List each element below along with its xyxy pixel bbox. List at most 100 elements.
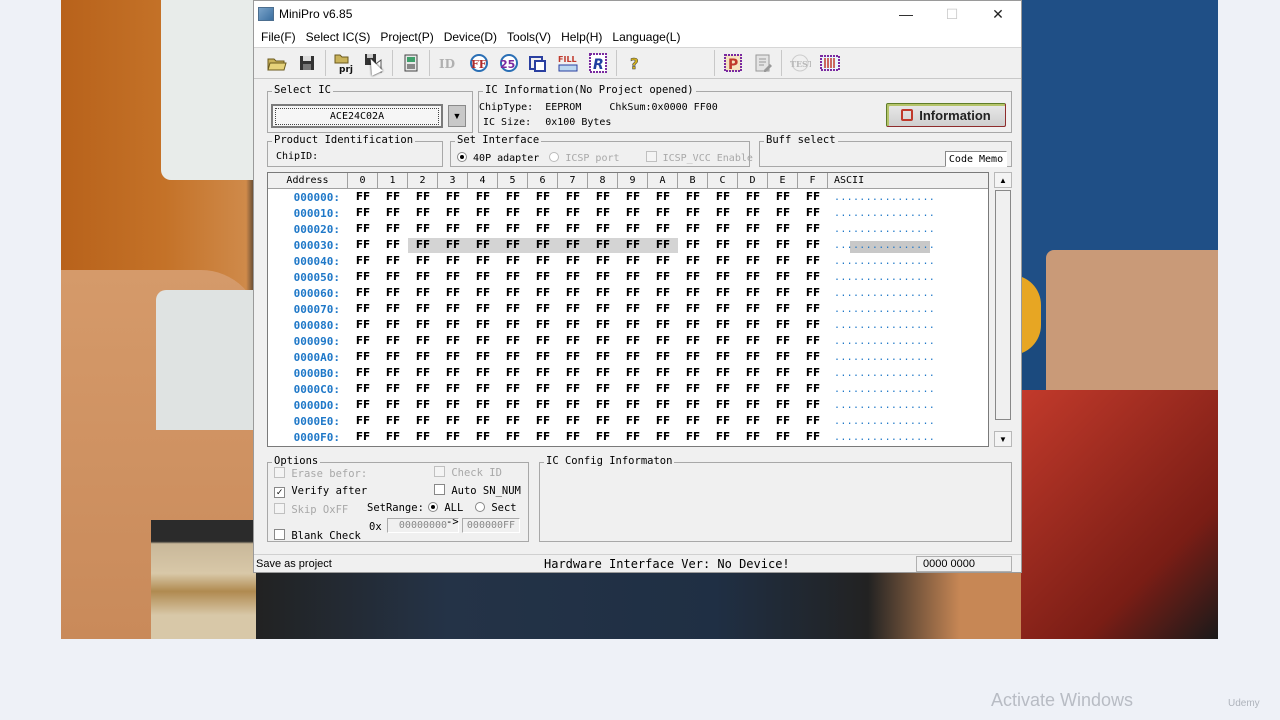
hex-cell[interactable]: FF bbox=[648, 414, 678, 429]
ascii-cell[interactable]: ................ bbox=[828, 224, 978, 235]
hex-cell[interactable]: FF bbox=[348, 414, 378, 429]
hex-cell[interactable]: FF bbox=[468, 414, 498, 429]
hex-cell[interactable]: FF bbox=[678, 366, 708, 381]
hex-cell[interactable]: FF bbox=[348, 350, 378, 365]
hex-cell[interactable]: FF bbox=[408, 254, 438, 269]
hex-cell[interactable]: FF bbox=[768, 238, 798, 253]
hex-cell[interactable]: FF bbox=[378, 414, 408, 429]
hex-cell[interactable]: FF bbox=[648, 222, 678, 237]
hex-cell[interactable]: FF bbox=[768, 334, 798, 349]
hex-cell[interactable]: FF bbox=[348, 286, 378, 301]
menu-help[interactable]: Help(H) bbox=[556, 30, 607, 44]
hex-cell[interactable]: FF bbox=[618, 302, 648, 317]
read-chip-button[interactable]: R bbox=[583, 49, 613, 77]
hex-cell[interactable]: FF bbox=[558, 334, 588, 349]
hex-cell[interactable]: FF bbox=[588, 270, 618, 285]
menu-device[interactable]: Device(D) bbox=[439, 30, 502, 44]
hex-cell[interactable]: FF bbox=[528, 190, 558, 205]
hex-cell[interactable]: FF bbox=[438, 286, 468, 301]
hex-cell[interactable]: FF bbox=[348, 302, 378, 317]
hex-cell[interactable]: FF bbox=[378, 190, 408, 205]
hex-cell[interactable]: FF bbox=[708, 286, 738, 301]
blank-check-button[interactable] bbox=[523, 49, 553, 77]
hex-cell[interactable]: FF bbox=[678, 206, 708, 221]
hex-cell[interactable]: FF bbox=[498, 334, 528, 349]
hex-cell[interactable]: FF bbox=[708, 222, 738, 237]
40p-adapter-radio[interactable]: 40P adapter bbox=[457, 152, 539, 164]
hex-cell[interactable]: FF bbox=[498, 286, 528, 301]
hex-cell[interactable]: FF bbox=[558, 286, 588, 301]
hex-cell[interactable]: FF bbox=[498, 318, 528, 333]
hex-cell[interactable]: FF bbox=[378, 430, 408, 445]
menu-tools[interactable]: Tools(V) bbox=[502, 30, 556, 44]
ic-dropdown-button[interactable]: ▼ bbox=[448, 105, 466, 127]
hex-cell[interactable]: FF bbox=[618, 414, 648, 429]
ascii-cell[interactable]: ................ bbox=[828, 352, 978, 363]
hex-cell[interactable]: FF bbox=[798, 270, 828, 285]
hex-cell[interactable]: FF bbox=[768, 222, 798, 237]
hex-cell[interactable]: FF bbox=[738, 350, 768, 365]
icsp-port-radio[interactable]: ICSP port bbox=[549, 152, 620, 164]
hex-cell[interactable]: FF bbox=[498, 254, 528, 269]
hex-cell[interactable]: FF bbox=[618, 286, 648, 301]
hex-cell[interactable]: FF bbox=[618, 206, 648, 221]
hex-cell[interactable]: FF bbox=[408, 190, 438, 205]
hex-cell[interactable]: FF bbox=[408, 382, 438, 397]
hex-cell[interactable]: FF bbox=[678, 414, 708, 429]
ascii-cell[interactable]: ................ bbox=[828, 192, 978, 203]
hex-cell[interactable]: FF bbox=[498, 350, 528, 365]
hex-cell[interactable]: FF bbox=[588, 398, 618, 413]
help-button[interactable]: ? bbox=[620, 49, 650, 77]
check-id-checkbox[interactable]: Check ID bbox=[434, 466, 502, 479]
read-id-button[interactable]: ID bbox=[433, 49, 463, 77]
hex-cell[interactable]: FF bbox=[348, 238, 378, 253]
hex-cell[interactable]: FF bbox=[708, 366, 738, 381]
verify-button[interactable]: 25 bbox=[493, 49, 523, 77]
hex-cell[interactable]: FF bbox=[768, 366, 798, 381]
ascii-cell[interactable]: ................ bbox=[828, 400, 978, 411]
hex-cell[interactable]: FF bbox=[498, 237, 528, 253]
hex-cell[interactable]: FF bbox=[768, 286, 798, 301]
hex-cell[interactable]: FF bbox=[678, 318, 708, 333]
ascii-cell[interactable]: ................ bbox=[828, 336, 978, 347]
hex-cell[interactable]: FF bbox=[798, 382, 828, 397]
save-file-button[interactable] bbox=[292, 49, 322, 77]
hex-cell[interactable]: FF bbox=[618, 334, 648, 349]
hex-cell[interactable]: FF bbox=[348, 382, 378, 397]
menu-file[interactable]: File(F) bbox=[256, 30, 301, 44]
hex-cell[interactable]: FF bbox=[738, 414, 768, 429]
hex-cell[interactable]: FF bbox=[708, 350, 738, 365]
hex-cell[interactable]: FF bbox=[618, 350, 648, 365]
hex-cell[interactable]: FF bbox=[678, 222, 708, 237]
hex-cell[interactable]: FF bbox=[408, 350, 438, 365]
hex-cell[interactable]: FF bbox=[738, 398, 768, 413]
hex-cell[interactable]: FF bbox=[468, 382, 498, 397]
ascii-cell[interactable]: ................ bbox=[828, 368, 978, 379]
ascii-cell[interactable]: ................ bbox=[828, 208, 978, 219]
hex-cell[interactable]: FF bbox=[708, 334, 738, 349]
hex-cell[interactable]: FF bbox=[558, 222, 588, 237]
range-all-radio[interactable]: ALL bbox=[428, 502, 463, 514]
hex-cell[interactable]: FF bbox=[618, 237, 648, 253]
hex-cell[interactable]: FF bbox=[738, 302, 768, 317]
hex-cell[interactable]: FF bbox=[528, 398, 558, 413]
hex-cell[interactable]: FF bbox=[528, 237, 558, 253]
hex-cell[interactable]: FF bbox=[648, 302, 678, 317]
ascii-cell[interactable]: ................ bbox=[828, 288, 978, 299]
hex-cell[interactable]: FF bbox=[528, 302, 558, 317]
hex-cell[interactable]: FF bbox=[708, 270, 738, 285]
hex-cell[interactable]: FF bbox=[738, 318, 768, 333]
hex-cell[interactable]: FF bbox=[708, 238, 738, 253]
hex-cell[interactable]: FF bbox=[588, 366, 618, 381]
ascii-cell[interactable]: ................ bbox=[828, 320, 978, 331]
hex-cell[interactable]: FF bbox=[558, 382, 588, 397]
hex-cell[interactable]: FF bbox=[708, 398, 738, 413]
hex-cell[interactable]: FF bbox=[528, 382, 558, 397]
hex-cell[interactable]: FF bbox=[438, 414, 468, 429]
hex-cell[interactable]: FF bbox=[408, 334, 438, 349]
hex-cell[interactable]: FF bbox=[738, 238, 768, 253]
hex-cell[interactable]: FF bbox=[558, 398, 588, 413]
hex-cell[interactable]: FF bbox=[588, 222, 618, 237]
hex-cell[interactable]: FF bbox=[408, 398, 438, 413]
hex-cell[interactable]: FF bbox=[558, 254, 588, 269]
